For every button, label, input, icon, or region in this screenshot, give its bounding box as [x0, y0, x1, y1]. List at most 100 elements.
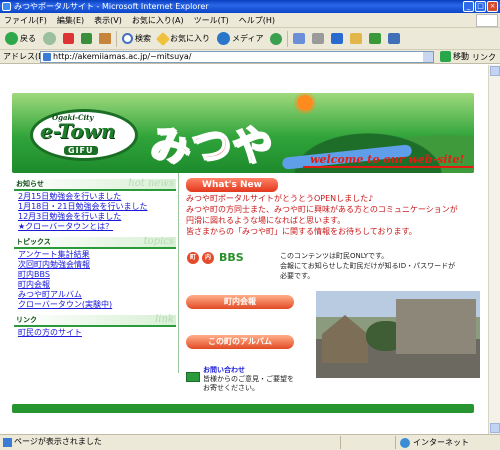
- links-button[interactable]: リンク: [472, 52, 496, 63]
- word-edit-icon: [331, 33, 344, 44]
- messenger-button[interactable]: [367, 30, 383, 48]
- scroll-down-icon[interactable]: [490, 423, 500, 433]
- topic-link[interactable]: アンケート集計結果: [18, 250, 176, 260]
- minimize-button[interactable]: _: [463, 1, 474, 12]
- status-divider: [340, 436, 341, 449]
- address-input[interactable]: http://akemiiamas.ac.jp/~mitsuya/: [40, 51, 434, 63]
- media-icon: [217, 32, 230, 45]
- home-button[interactable]: [97, 30, 113, 48]
- resident-site-link[interactable]: 町民の方のサイト: [18, 328, 176, 338]
- topics-list: アンケート集計結果 次回町内勉強会情報 町内BBS 町内会報 みつや町アルバム …: [14, 249, 176, 313]
- toolbar-divider: [116, 30, 117, 47]
- album-button[interactable]: この町のアルバム: [186, 335, 294, 349]
- vertical-scrollbar[interactable]: [488, 65, 500, 434]
- news-link[interactable]: 2月15日勉強会を行いました: [18, 192, 176, 202]
- edit-button[interactable]: [329, 30, 345, 48]
- kaihou-button[interactable]: 町内会報: [186, 295, 294, 309]
- research-button[interactable]: [386, 30, 402, 48]
- close-button[interactable]: ×: [487, 1, 498, 12]
- topic-link[interactable]: みつや町アルバム: [18, 290, 176, 300]
- discuss-button[interactable]: [348, 30, 364, 48]
- news-link[interactable]: ★クローバータウンとは？: [18, 222, 176, 232]
- forward-button[interactable]: [41, 30, 58, 48]
- page-status-icon: [3, 438, 12, 447]
- title-bar: みつやポータルサイト - Microsoft Internet Explorer…: [0, 0, 500, 13]
- security-zone: インターネット: [400, 436, 469, 450]
- go-label: 移動: [453, 52, 469, 61]
- media-button[interactable]: メディア: [215, 30, 265, 48]
- back-arrow-icon: [5, 32, 18, 45]
- status-divider: [395, 436, 396, 449]
- menu-help[interactable]: ヘルプ(H): [239, 15, 275, 26]
- status-bar: ページが表示されました インターネット: [0, 434, 500, 450]
- maximize-button[interactable]: □: [475, 1, 486, 12]
- address-dropdown-icon[interactable]: [423, 52, 433, 62]
- topic-link[interactable]: 町内会報: [18, 280, 176, 290]
- window-title: みつやポータルサイト - Microsoft Internet Explorer: [14, 2, 209, 11]
- go-arrow-icon: [440, 51, 451, 62]
- favorites-button[interactable]: お気に入り: [155, 30, 212, 48]
- menu-view[interactable]: 表示(V): [94, 15, 122, 26]
- menu-edit[interactable]: 編集(E): [57, 15, 84, 26]
- mail-button[interactable]: [291, 30, 307, 48]
- windows-logo-icon: [476, 14, 498, 27]
- print-button[interactable]: [310, 30, 326, 48]
- welcome-underline: [303, 166, 473, 168]
- topic-link[interactable]: 町内BBS: [18, 270, 176, 280]
- toolbar: 戻る 検索 お気に入り メディア: [0, 28, 500, 50]
- messenger-icon: [369, 33, 382, 44]
- mail-icon: [186, 372, 200, 382]
- research-icon: [388, 33, 401, 44]
- history-icon: [270, 32, 283, 45]
- whats-new-heading: What's New: [186, 178, 278, 192]
- status-text: ページが表示されました: [14, 437, 102, 446]
- logo-main-text: e-Town: [40, 119, 116, 143]
- bbs-badge-town: 町: [187, 251, 199, 264]
- footer-bar: [12, 404, 474, 413]
- links-heading: リンク link: [14, 314, 176, 327]
- scroll-up-icon[interactable]: [490, 66, 500, 76]
- globe-icon: [400, 438, 410, 448]
- column-divider: [178, 173, 179, 373]
- menu-favorites[interactable]: お気に入り(A): [132, 15, 184, 26]
- news-link[interactable]: 1月18日・21日勉強会を行いました: [18, 202, 176, 212]
- news-heading: お知らせ hot news: [14, 178, 176, 191]
- news-link[interactable]: 12月3日勉強会を行いました: [18, 212, 176, 222]
- topic-link[interactable]: 次回町内勉強会情報: [18, 260, 176, 270]
- address-url: http://akemiiamas.ac.jp/~mitsuya/: [53, 52, 192, 61]
- welcome-text: welcome to our web-site!: [310, 153, 465, 166]
- ie-icon: [2, 2, 11, 11]
- town-photo: [316, 291, 480, 378]
- whats-new-text: みつや町ポータルサイトがとうとうOPENしました♪ みつや町の方同士また、みつや…: [186, 194, 458, 236]
- favorites-label: お気に入り: [170, 34, 210, 43]
- search-button[interactable]: 検索: [120, 30, 153, 48]
- stop-icon: [63, 33, 74, 44]
- links-list: 町民の方のサイト: [14, 327, 176, 341]
- contact-link[interactable]: お問い合わせ 皆様からのご意見・ご要望を お寄せください。: [186, 366, 294, 393]
- home-icon: [99, 33, 111, 44]
- search-icon: [122, 33, 133, 44]
- contact-label: お問い合わせ: [203, 366, 245, 374]
- bbs-note: このコンテンツは町民ONLYです。 会報にてお知らせした町民だけが知るID・パス…: [280, 252, 456, 280]
- refresh-button[interactable]: [79, 30, 94, 48]
- stop-button[interactable]: [61, 30, 76, 48]
- menu-tools[interactable]: ツール(T): [194, 15, 229, 26]
- history-button[interactable]: [268, 30, 284, 48]
- bbs-link[interactable]: 町 内 BBS: [187, 251, 244, 264]
- back-label: 戻る: [20, 34, 36, 43]
- media-label: メディア: [232, 34, 264, 43]
- favorites-star-icon: [155, 31, 171, 46]
- search-label: 検索: [135, 34, 151, 43]
- photo-building: [396, 299, 476, 354]
- topic-link[interactable]: クローバータウン(実験中): [18, 300, 176, 310]
- bbs-badge-inner: 内: [202, 251, 214, 264]
- forward-arrow-icon: [43, 32, 56, 45]
- go-button[interactable]: 移動: [440, 51, 469, 62]
- menu-file[interactable]: ファイル(F): [4, 15, 47, 26]
- back-button[interactable]: 戻る: [3, 30, 38, 48]
- refresh-icon: [81, 33, 92, 44]
- zone-label: インターネット: [413, 438, 469, 447]
- sun-icon: [297, 95, 313, 111]
- topics-heading: トピックス topics: [14, 236, 176, 249]
- bbs-label: BBS: [219, 251, 244, 264]
